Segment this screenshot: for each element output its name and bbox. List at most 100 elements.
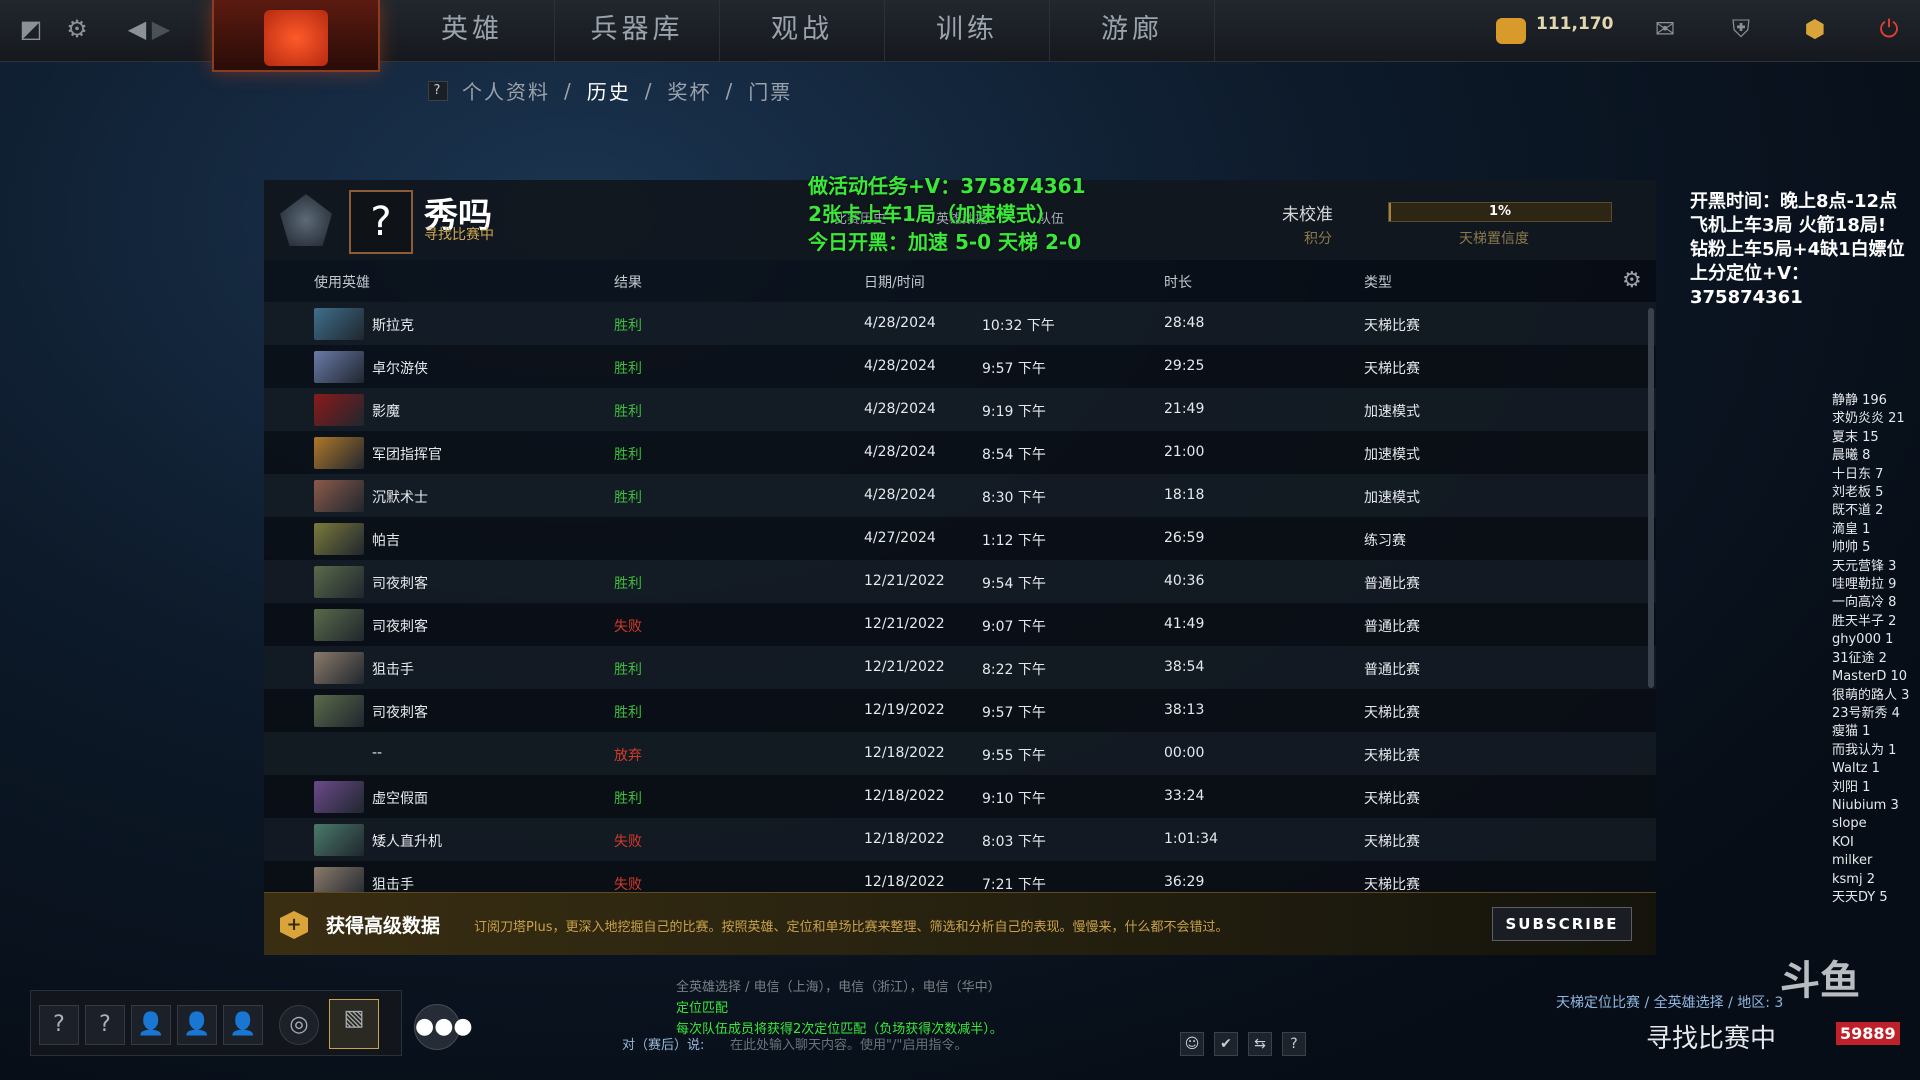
forward-arrow-icon[interactable]: ▶: [146, 14, 176, 44]
nav-heroes[interactable]: 英雄: [390, 0, 555, 62]
match-date: 12/18/2022: [864, 745, 945, 761]
party-slot-empty[interactable]: 👤: [177, 1005, 217, 1045]
subnav-separator: /: [644, 78, 654, 103]
table-row[interactable]: 司夜刺客 胜利 12/19/2022 9:57 下午 38:13 天梯比赛: [264, 689, 1656, 732]
plus-icon[interactable]: ⬢: [1800, 14, 1830, 44]
party-slot-empty[interactable]: 👤: [223, 1005, 263, 1045]
nav-learn[interactable]: 训练: [885, 0, 1050, 62]
hero-portrait: [314, 781, 364, 813]
table-row[interactable]: 帕吉 4/27/2024 1:12 下午 26:59 练习赛: [264, 517, 1656, 560]
nav-watch[interactable]: 观战: [720, 0, 885, 62]
viewer-entry: slope: [1832, 816, 1867, 832]
viewer-entry: 晨曦 8: [1832, 448, 1871, 464]
score-label: 积分: [1304, 231, 1332, 247]
col-header-type[interactable]: 类型: [1364, 272, 1392, 292]
rank-emblem-icon: [280, 194, 332, 246]
avatar[interactable]: ?: [349, 190, 413, 254]
table-row[interactable]: 狙击手 胜利 12/21/2022 8:22 下午 38:54 普通比赛: [264, 646, 1656, 689]
viewer-entry: milker: [1832, 853, 1873, 869]
subnav-profile[interactable]: 个人资料: [462, 76, 550, 105]
party-slot-self[interactable]: ?: [39, 1005, 79, 1045]
table-row[interactable]: 卓尔游侠 胜利 4/28/2024 9:57 下午 29:25 天梯比赛: [264, 345, 1656, 388]
help-button[interactable]: ?: [428, 80, 448, 101]
table-row[interactable]: 虚空假面 胜利 12/18/2022 9:10 下午 33:24 天梯比赛: [264, 775, 1656, 818]
viewer-entry: Niubium 3: [1832, 797, 1899, 813]
note-line: 上分定位+V：375874361: [1690, 263, 1810, 308]
dota-logo-button[interactable]: [212, 0, 380, 72]
power-icon[interactable]: ⏻: [1874, 14, 1904, 44]
confidence-value: 1%: [1488, 204, 1512, 219]
subnav-history[interactable]: 历史: [587, 76, 631, 105]
match-history-panel: ? 秀吗 寻找比赛中 比赛历史 英雄数据 队伍 未校准 积分 1% 天梯置信度 …: [264, 174, 1656, 955]
table-settings-gear-icon[interactable]: ⚙: [1622, 270, 1644, 292]
col-header-result[interactable]: 结果: [614, 272, 642, 292]
subnav-tickets[interactable]: 门票: [748, 76, 792, 105]
table-row[interactable]: 司夜刺客 失败 12/21/2022 9:07 下午 41:49 普通比赛: [264, 603, 1656, 646]
col-header-datetime[interactable]: 日期/时间: [864, 272, 925, 292]
hero-portrait: [314, 480, 364, 512]
note-line: 开黑时间：晚上8点-12点: [1690, 191, 1898, 212]
match-duration: 36:29: [1164, 874, 1205, 890]
col-header-duration[interactable]: 时长: [1164, 272, 1192, 292]
armory-icon[interactable]: ⛨: [1726, 14, 1756, 44]
subnav-trophies[interactable]: 奖杯: [668, 76, 712, 105]
finding-match-label[interactable]: 寻找比赛中: [1646, 1018, 1776, 1055]
match-result: 胜利: [614, 361, 642, 377]
table-row[interactable]: 影魔 胜利 4/28/2024 9:19 下午 21:49 加速模式: [264, 388, 1656, 431]
list-scrollbar[interactable]: [1648, 308, 1654, 688]
match-result: 胜利: [614, 576, 642, 592]
match-duration: 26:59: [1164, 530, 1205, 546]
match-date: 4/28/2024: [864, 487, 936, 503]
match-time: 8:30 下午: [982, 490, 1046, 506]
match-result: 胜利: [614, 490, 642, 506]
match-time: 7:21 下午: [982, 877, 1046, 892]
hero-portrait: [314, 824, 364, 856]
hero-portrait: [314, 394, 364, 426]
col-header-hero[interactable]: 使用英雄: [314, 272, 370, 292]
viewer-entry: 胜天半子 2: [1832, 613, 1897, 629]
viewer-entry: 31征途 2: [1832, 650, 1887, 666]
table-row[interactable]: 军团指挥官 胜利 4/28/2024 8:54 下午 21:00 加速模式: [264, 431, 1656, 474]
table-row[interactable]: 沉默术士 胜利 4/28/2024 8:30 下午 18:18 加速模式: [264, 474, 1656, 517]
party-slot-empty[interactable]: 👤: [131, 1005, 171, 1045]
emoji-icon[interactable]: ☺: [1180, 1032, 1204, 1056]
subscribe-button[interactable]: SUBSCRIBE: [1492, 907, 1632, 941]
table-row[interactable]: 狙击手 失败 12/18/2022 7:21 下午 36:29 天梯比赛: [264, 861, 1656, 892]
viewer-entry: KOI: [1832, 834, 1854, 850]
chat-line: 定位匹配: [676, 1001, 729, 1016]
match-date: 4/28/2024: [864, 401, 936, 417]
hero-portrait: [314, 566, 364, 598]
match-time: 9:54 下午: [982, 576, 1046, 592]
translate-icon[interactable]: ⇆: [1248, 1032, 1272, 1056]
accept-check-icon[interactable]: ✔: [1214, 1032, 1238, 1056]
viewer-entry: ghy000 1: [1832, 632, 1894, 648]
match-duration: 1:01:34: [1164, 831, 1218, 847]
settings-gear-icon[interactable]: ⚙: [62, 14, 92, 44]
match-result: 胜利: [614, 318, 642, 334]
chat-channel-label[interactable]: 对（赛后）说:: [622, 1034, 704, 1053]
nav-arcade[interactable]: 游廊: [1050, 0, 1215, 62]
match-date: 12/18/2022: [864, 788, 945, 804]
viewer-entry: 滴皇 1: [1832, 521, 1871, 537]
nav-armory[interactable]: 兵器库: [555, 0, 720, 62]
party-invite-button[interactable]: ●●●: [414, 1004, 473, 1050]
profile-subnav: ? 个人资料 / 历史 / 奖杯 / 门票: [428, 76, 792, 105]
hero-portrait: [314, 609, 364, 641]
table-row[interactable]: 矮人直升机 失败 12/18/2022 8:03 下午 1:01:34 天梯比赛: [264, 818, 1656, 861]
plus-description: 订阅刀塔Plus，更深入地挖掘自己的比赛。按照英雄、定位和单场比赛来整理、筛选和…: [474, 920, 1229, 935]
table-row[interactable]: -- 放弃 12/18/2022 9:55 下午 00:00 天梯比赛: [264, 732, 1656, 775]
table-row[interactable]: 斯拉克 胜利 4/28/2024 10:32 下午 28:48 天梯比赛: [264, 302, 1656, 345]
voice-icon[interactable]: ◎: [279, 1005, 319, 1045]
match-duration: 38:13: [1164, 702, 1205, 718]
viewer-list: 静静 196 求奶炎炎 21 夏末 15 晨曦 8 十日东 7 刘老板 5 既不道 2 滴皇 …: [1832, 392, 1909, 907]
party-slot[interactable]: ?: [85, 1005, 125, 1045]
match-date: 4/28/2024: [864, 358, 936, 374]
table-row[interactable]: 司夜刺客 胜利 12/21/2022 9:54 下午 40:36 普通比赛: [264, 560, 1656, 603]
mail-icon[interactable]: ✉: [1650, 14, 1680, 44]
hero-name: --: [372, 745, 383, 761]
match-time: 8:03 下午: [982, 834, 1046, 850]
confidence-bar: 1%: [1388, 202, 1612, 222]
help-icon[interactable]: ?: [1282, 1032, 1306, 1056]
dashboard-icon[interactable]: ◩: [16, 14, 46, 44]
rank-medal-icon[interactable]: ▧: [329, 999, 379, 1049]
